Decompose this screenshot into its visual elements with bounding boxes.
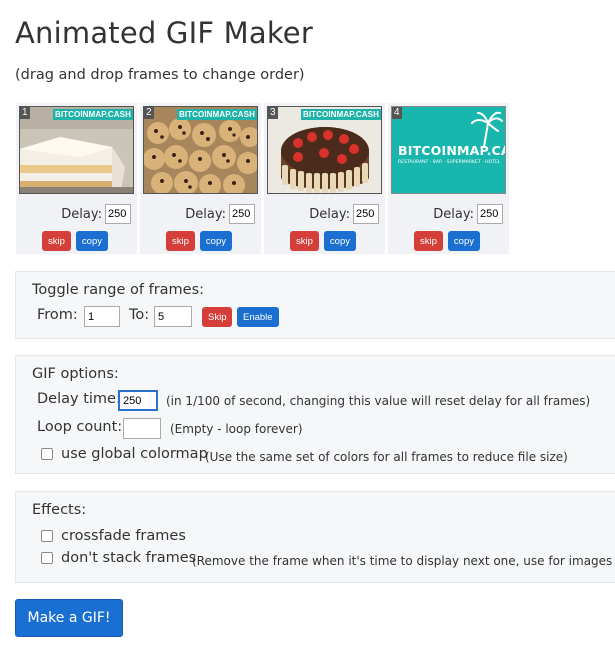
frame-card[interactable]: 1 BITCOINMAP.CASH Delay: skip copy	[16, 103, 137, 254]
skip-button[interactable]: skip	[290, 231, 319, 251]
delay-label: Delay:	[309, 206, 350, 222]
crossfade-label: crossfade frames	[61, 528, 186, 544]
cake-slice-image	[20, 107, 133, 193]
frame-card[interactable]: 4 BITCOINMAP.CASH RESTAURANT · BAR · SUP…	[388, 103, 509, 254]
frame-thumbnail[interactable]: 1 BITCOINMAP.CASH	[19, 106, 134, 194]
crossfade-checkbox[interactable]	[41, 530, 53, 542]
frame-delay-input[interactable]	[229, 204, 255, 224]
from-label: From:	[37, 307, 78, 323]
copy-button[interactable]: copy	[447, 231, 480, 251]
frame-card[interactable]: 3 BITCOINMAP.CASH Delay: 250 skip copy	[264, 103, 385, 254]
copy-button[interactable]: copy	[199, 231, 232, 251]
effects-heading: Effects:	[32, 502, 87, 518]
frame-thumbnail[interactable]: 4 BITCOINMAP.CASH RESTAURANT · BAR · SUP…	[391, 106, 506, 194]
effects-panel: Effects: crossfade frames don't stack fr…	[15, 491, 615, 583]
frame-number: 3	[268, 107, 278, 119]
make-gif-button[interactable]: Make a GIF!	[15, 599, 123, 637]
loop-count-label: Loop count:	[37, 419, 123, 435]
chocolate-cake-image	[268, 107, 381, 193]
page-title: Animated GIF Maker	[15, 16, 313, 50]
toggle-range-panel: Toggle range of frames: From: To: Skip E…	[15, 271, 615, 339]
frame-actions: skip copy	[166, 231, 232, 251]
to-label: To:	[129, 307, 150, 323]
delay-time-label: Delay time:	[37, 391, 121, 407]
frame-number: 1	[20, 107, 30, 119]
range-enable-button[interactable]: Enable	[237, 307, 279, 327]
frame-actions: skip copy	[414, 231, 480, 251]
copy-button[interactable]: copy	[75, 231, 108, 251]
frame-actions: skip copy	[290, 231, 356, 251]
skip-button[interactable]: skip	[414, 231, 443, 251]
frame-actions: skip copy	[42, 231, 108, 251]
frame-delay-input[interactable]	[477, 204, 503, 224]
frame-delay-row: Delay:	[185, 204, 255, 224]
frame-watermark: BITCOINMAP.CASH	[176, 109, 257, 120]
range-skip-button[interactable]: Skip	[202, 307, 233, 327]
delay-label: Delay:	[185, 206, 226, 222]
frame-number: 2	[144, 107, 154, 119]
frame-watermark: BITCOINMAP.CASH	[300, 109, 381, 120]
global-colormap-label: use global colormap	[61, 446, 208, 462]
skip-button[interactable]: skip	[166, 231, 195, 251]
cookies-image	[144, 107, 257, 193]
from-input[interactable]	[84, 306, 120, 327]
frame-delay-row: Delay:	[433, 204, 503, 224]
gif-options-panel: GIF options: Delay time: (in 1/100 of se…	[15, 355, 615, 474]
frame-delay-input[interactable]	[353, 204, 379, 224]
no-stack-label: don't stack frames	[61, 550, 197, 566]
page-subtitle: (drag and drop frames to change order)	[15, 67, 305, 83]
delay-label: Delay:	[61, 206, 102, 222]
frame-delay-row: Delay:	[309, 204, 379, 224]
logo-tagline: RESTAURANT · BAR · SUPERMARKET · HOTEL	[398, 160, 501, 165]
loop-count-hint: (Empty - loop forever)	[170, 422, 303, 436]
frames-strip: 1 BITCOINMAP.CASH Delay: skip copy 2	[16, 103, 509, 254]
no-stack-hint: (Remove the frame when it's time to disp…	[192, 554, 615, 568]
delay-time-hint: (in 1/100 of second, changing this value…	[166, 394, 591, 408]
frame-watermark: BITCOINMAP.CASH	[52, 109, 133, 120]
delay-label: Delay:	[433, 206, 474, 222]
no-stack-checkbox[interactable]	[41, 552, 53, 564]
frame-thumbnail[interactable]: 3 BITCOINMAP.CASH	[267, 106, 382, 194]
loop-count-input[interactable]	[123, 418, 161, 439]
copy-button[interactable]: copy	[323, 231, 356, 251]
range-heading: Toggle range of frames:	[32, 282, 205, 298]
skip-button[interactable]: skip	[42, 231, 71, 251]
delay-time-input[interactable]	[118, 390, 158, 411]
global-colormap-checkbox[interactable]	[41, 448, 53, 460]
frame-thumbnail[interactable]: 2 BITCOINMAP.CASH	[143, 106, 258, 194]
frame-card[interactable]: 2 BITCOINMAP.CASH Delay: 250 skip copy	[140, 103, 261, 254]
global-colormap-hint: (Use the same set of colors for all fram…	[205, 450, 568, 464]
to-input[interactable]	[154, 306, 192, 327]
frame-delay-input[interactable]	[105, 204, 131, 224]
frame-number: 4	[392, 107, 402, 119]
options-heading: GIF options:	[32, 366, 119, 382]
frame-delay-row: Delay:	[61, 204, 131, 224]
logo-text: BITCOINMAP.CASH	[398, 143, 505, 158]
